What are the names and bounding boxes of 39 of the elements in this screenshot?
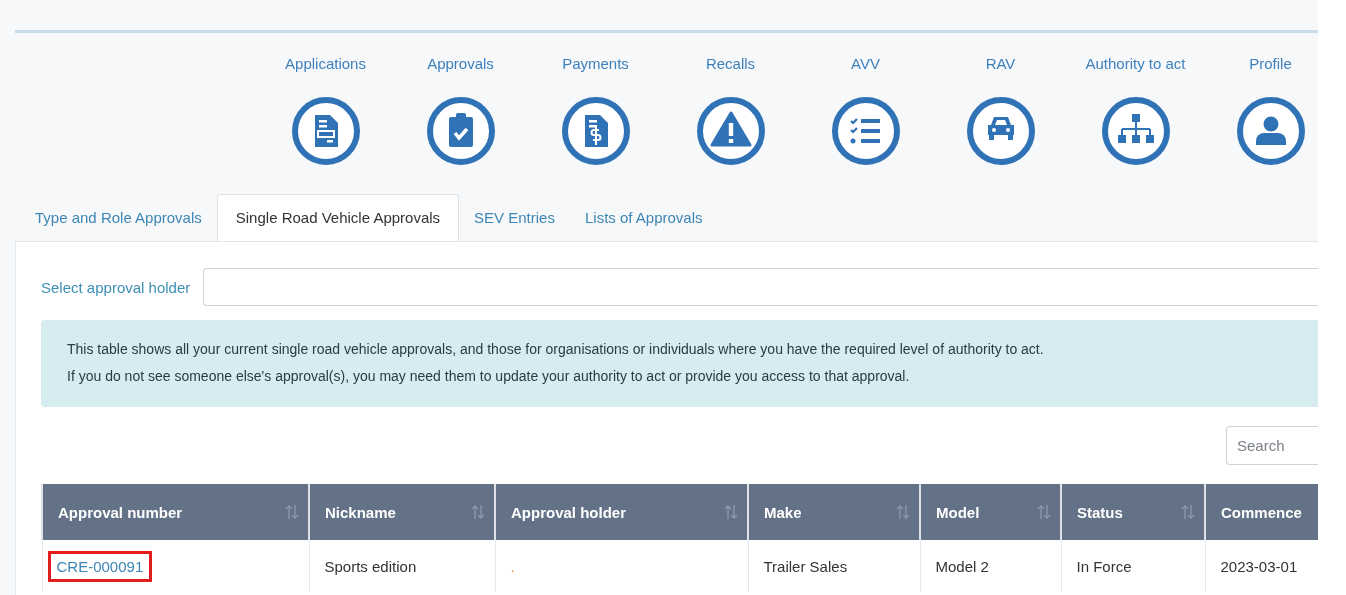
org-chart-icon[interactable] — [1100, 96, 1171, 166]
table-cell: Trailer Sales — [763, 557, 848, 575]
field-label: Select approval holder — [41, 278, 191, 296]
nav-link[interactable]: RAV — [985, 54, 1016, 74]
nav-link[interactable]: Approvals — [427, 54, 494, 74]
info-text: This table shows all your current single road vehicle approvals, and those for organisations or individuals where you have the required level of authority to act. — [67, 340, 1045, 359]
nav-link[interactable]: Recalls — [705, 54, 756, 74]
nav-link[interactable]: Authority to act — [1085, 54, 1186, 74]
nav-link[interactable]: AVV — [851, 54, 880, 74]
tab[interactable]: SEV Entries — [459, 194, 570, 241]
table-cell: 2023-03-01 — [1220, 557, 1298, 575]
nav-link[interactable]: Payments — [562, 54, 629, 74]
warning-icon[interactable] — [695, 96, 766, 166]
column-header[interactable]: Approval holder — [495, 484, 748, 540]
user-icon[interactable] — [1235, 96, 1306, 166]
table-cell: In Force — [1076, 557, 1132, 575]
table-cell: Model 2 — [935, 557, 989, 575]
clipboard-check-icon[interactable] — [425, 96, 496, 166]
invoice-icon[interactable] — [560, 96, 631, 166]
search-field[interactable]: Search — [1226, 426, 1318, 465]
table-cell: . — [510, 557, 515, 575]
nav-link[interactable]: Applications — [285, 54, 366, 74]
select-field[interactable] — [203, 268, 1318, 306]
document-icon[interactable] — [290, 96, 361, 166]
checklist-icon[interactable] — [830, 96, 901, 166]
car-icon[interactable] — [965, 96, 1036, 166]
column-header[interactable]: Approval number — [42, 484, 309, 540]
column-header[interactable]: Make — [748, 484, 920, 540]
tab[interactable]: Lists of Approvals — [569, 194, 718, 241]
table-cell: Sports edition — [324, 557, 417, 575]
column-header[interactable]: Commence — [1205, 484, 1318, 540]
tab[interactable]: Single Road Vehicle Approvals — [216, 194, 460, 241]
tab[interactable]: Type and Role Approvals — [20, 194, 217, 241]
column-header[interactable]: Status — [1061, 484, 1205, 540]
column-header[interactable]: Model — [920, 484, 1061, 540]
nav-link[interactable]: Profile — [1249, 54, 1292, 74]
info-text: If you do not see someone else's approval(s), you may need them to update your authority to act or provide you access to that approval. — [67, 367, 911, 386]
column-header[interactable]: Nickname — [309, 484, 495, 540]
approval-link[interactable]: CRE-000091 — [47, 550, 153, 582]
